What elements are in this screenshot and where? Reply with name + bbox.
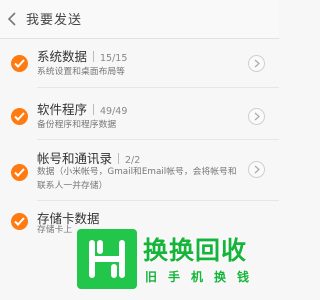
item-description: 系统设置和桌面布局等 bbox=[37, 67, 125, 77]
item-name: 系统数据 bbox=[37, 49, 88, 64]
watermark: 换换回收 旧 手 机 换 钱 bbox=[77, 229, 277, 293]
list-item-accounts-contacts[interactable]: 帐号和通讯录 2/2 数据（小米帐号，Gmail和Email帐号，会将帐号和联系人… bbox=[0, 143, 279, 205]
item-name: 帐号和通讯录 bbox=[37, 151, 113, 166]
header-bar: 我要发送 bbox=[0, 0, 279, 39]
item-description: 备份程序和程序数据 bbox=[37, 120, 117, 130]
checkbox-checked-icon[interactable] bbox=[11, 213, 28, 230]
watermark-char: 换 bbox=[213, 270, 226, 284]
chevron-right-icon[interactable] bbox=[248, 108, 265, 125]
watermark-char: 机 bbox=[190, 270, 203, 284]
chevron-right-icon[interactable] bbox=[248, 161, 265, 178]
checkbox-checked-icon[interactable] bbox=[11, 55, 28, 72]
divider bbox=[118, 153, 120, 164]
watermark-subtitle: 旧 手 机 换 钱 bbox=[143, 269, 251, 285]
watermark-char: 旧 bbox=[144, 270, 157, 284]
divider bbox=[93, 51, 95, 62]
checkbox-checked-icon[interactable] bbox=[11, 108, 28, 125]
watermark-char: 手 bbox=[167, 270, 180, 284]
divider bbox=[37, 87, 279, 88]
item-name: 软件程序 bbox=[37, 102, 88, 117]
watermark-title: 换换回收 bbox=[143, 236, 248, 265]
item-description: 数据（小米帐号，Gmail和Email帐号，会将帐号和联系人一并存储） bbox=[37, 167, 237, 191]
divider bbox=[93, 104, 95, 115]
checkbox-checked-icon[interactable] bbox=[11, 164, 28, 181]
divider bbox=[37, 200, 279, 201]
page-title: 我要发送 bbox=[26, 13, 83, 28]
item-count: 15/15 bbox=[100, 53, 128, 64]
watermark-logo-icon bbox=[77, 229, 137, 289]
item-count: 49/49 bbox=[100, 106, 128, 117]
watermark-char: 钱 bbox=[236, 270, 249, 284]
chevron-right-icon[interactable] bbox=[248, 55, 265, 72]
back-chevron-icon[interactable] bbox=[5, 11, 19, 27]
divider bbox=[37, 139, 279, 140]
